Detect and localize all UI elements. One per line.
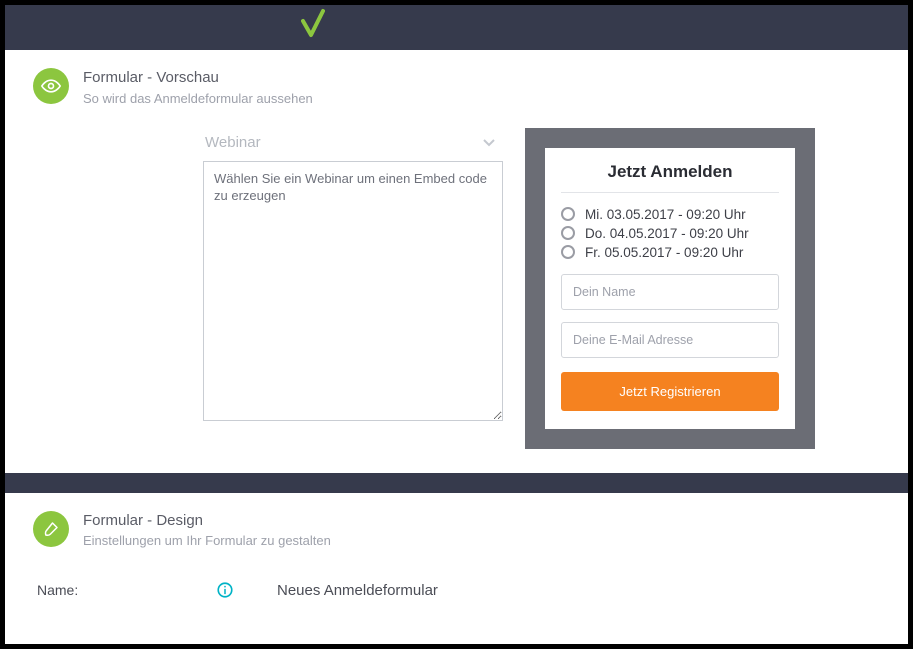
date-label: Do. 04.05.2017 - 09:20 Uhr (585, 226, 749, 241)
dropdown-label: Webinar (205, 134, 261, 151)
name-field[interactable] (561, 274, 779, 310)
register-button[interactable]: Jetzt Registrieren (561, 372, 779, 411)
eye-icon (33, 68, 69, 104)
date-label: Mi. 03.05.2017 - 09:20 Uhr (585, 207, 746, 222)
signup-form: Jetzt Anmelden Mi. 03.05.2017 - 09:20 Uh… (545, 148, 795, 429)
embed-code-textarea[interactable] (203, 161, 503, 421)
radio-icon (561, 245, 575, 259)
form-preview-frame: Jetzt Anmelden Mi. 03.05.2017 - 09:20 Uh… (525, 128, 815, 449)
date-option-2[interactable]: Fr. 05.05.2017 - 09:20 Uhr (561, 243, 779, 262)
preview-header: Formular - Vorschau So wird das Anmeldef… (33, 68, 880, 108)
webinar-dropdown[interactable]: Webinar (203, 128, 503, 161)
info-icon[interactable] (215, 580, 235, 600)
date-label: Fr. 05.05.2017 - 09:20 Uhr (585, 245, 743, 260)
preview-subtitle: So wird das Anmeldeformular aussehen (83, 90, 313, 108)
page-root: Formular - Vorschau So wird das Anmeldef… (5, 5, 908, 644)
radio-icon (561, 207, 575, 221)
email-field[interactable] (561, 322, 779, 358)
date-option-1[interactable]: Do. 04.05.2017 - 09:20 Uhr (561, 224, 779, 243)
preview-section: Formular - Vorschau So wird das Anmeldef… (5, 50, 908, 473)
top-bar (5, 5, 908, 50)
brush-icon (33, 511, 69, 547)
form-title: Jetzt Anmelden (561, 162, 779, 193)
divider-bar (5, 473, 908, 493)
name-row: Name: Neues Anmeldeformular (33, 580, 880, 600)
design-section: Formular - Design Einstellungen um Ihr F… (5, 493, 908, 611)
design-title: Formular - Design (83, 511, 331, 531)
radio-icon (561, 226, 575, 240)
design-subtitle: Einstellungen um Ihr Formular zu gestalt… (83, 532, 331, 550)
checkmark-icon (301, 5, 325, 49)
caret-down-icon (483, 134, 495, 151)
preview-title: Formular - Vorschau (83, 68, 313, 88)
design-header: Formular - Design Einstellungen um Ihr F… (33, 511, 880, 551)
name-label: Name: (37, 582, 197, 598)
date-option-0[interactable]: Mi. 03.05.2017 - 09:20 Uhr (561, 205, 779, 224)
name-value: Neues Anmeldeformular (277, 582, 438, 599)
